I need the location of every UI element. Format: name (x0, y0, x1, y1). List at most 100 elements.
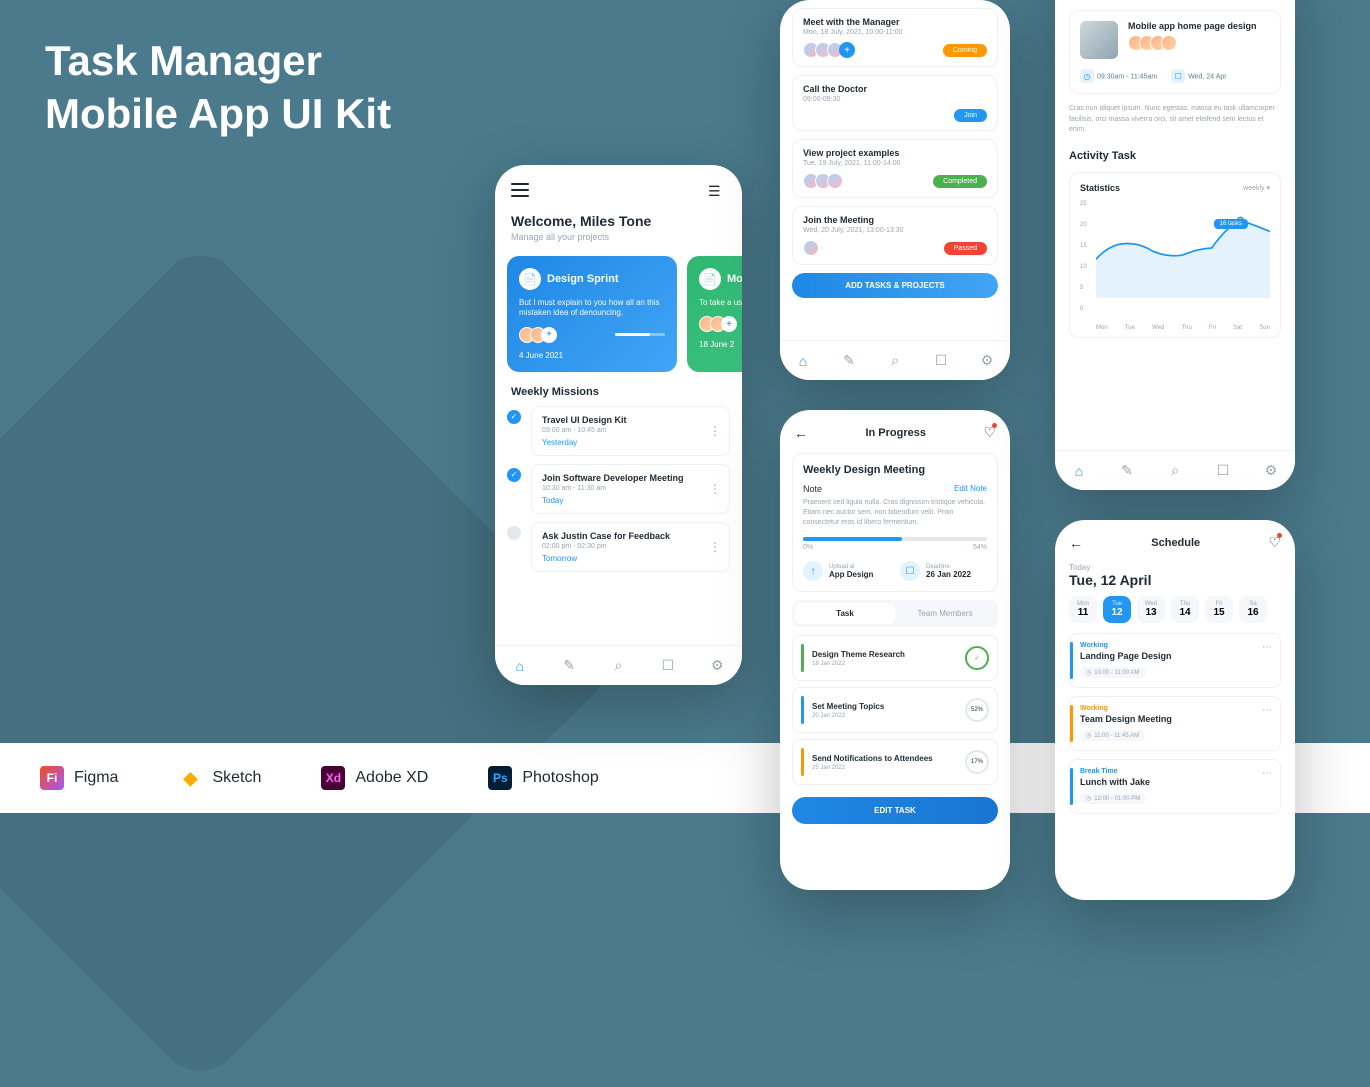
nav-calendar-icon[interactable]: ☐ (931, 351, 951, 371)
project-card[interactable]: 📄Mo To take a us ever u + 18 June 2 (687, 256, 742, 372)
back-icon[interactable]: ← (1069, 535, 1083, 551)
accent-bar (801, 644, 804, 672)
note-text: Praesent sed ligula nulla. Cras dignissi… (803, 498, 987, 527)
progress-ring: 52% (965, 698, 989, 722)
schedule-item[interactable]: WorkingTeam Design Meeting◷ 11:00 - 11:4… (1069, 696, 1281, 751)
nav-settings-icon[interactable]: ⚙ (1261, 461, 1281, 481)
schedule-item[interactable]: WorkingLanding Page Design◷ 10:00 - 11:0… (1069, 633, 1281, 688)
subtask-item[interactable]: Set Meeting Topics20 Jan 202252% (792, 687, 998, 733)
task-item[interactable]: Join the MeetingWed, 20 July, 2021, 13:0… (792, 206, 998, 265)
tabs: Task Team Members (792, 600, 998, 627)
notification-icon[interactable]: ♡ (983, 424, 996, 441)
phone-home: ☰ Welcome, Miles Tone Manage all your pr… (495, 165, 742, 685)
day-chip[interactable]: Mon11 (1069, 596, 1097, 623)
more-icon[interactable]: ⋮ (709, 424, 721, 438)
task-item[interactable]: Meet with the ManagerMon, 18 July, 2021,… (792, 8, 998, 67)
welcome-sub: Manage all your projects (511, 232, 726, 242)
project-thumbnail (1080, 21, 1118, 59)
mission-item[interactable]: Ask Justin Case for Feedback02:00 pm - 0… (507, 522, 730, 572)
nav-home-icon[interactable]: ⌂ (510, 656, 530, 676)
project-cards[interactable]: 📄Design Sprint But I must explain to you… (495, 256, 742, 372)
phone-inprogress: ← In Progress ♡ Weekly Design Meeting No… (780, 410, 1010, 890)
tab-task[interactable]: Task (795, 603, 895, 624)
filter-icon[interactable]: ☰ (708, 183, 726, 197)
task-item[interactable]: View project examplesTue, 19 July, 2021,… (792, 139, 998, 198)
phone-project: ← Project ♡ Mobile app home page design … (1055, 0, 1295, 490)
statistics-title: Statistics (1080, 183, 1120, 193)
add-member-icon[interactable]: + (541, 327, 557, 343)
nav-calendar-icon[interactable]: ☐ (658, 656, 678, 676)
activity-title: Activity Task (1055, 136, 1295, 168)
tool-sketch: ◆Sketch (178, 766, 261, 790)
notification-icon[interactable]: ♡ (1268, 534, 1281, 551)
weekly-missions-title: Weekly Missions (495, 372, 742, 406)
today-label: Today (1069, 563, 1281, 572)
tool-ps: PsPhotoshop (488, 766, 599, 790)
nav-search-icon[interactable]: ⌕ (1165, 461, 1185, 481)
day-chip[interactable]: Thu14 (1171, 596, 1199, 623)
subtask-item[interactable]: Design Theme Research18 Jan 2022✓ (792, 635, 998, 681)
back-icon[interactable]: ← (794, 425, 808, 441)
more-icon[interactable]: ⋯ (1262, 705, 1272, 716)
edit-note-link[interactable]: Edit Note (954, 484, 987, 494)
menu-icon[interactable] (511, 183, 529, 197)
more-icon[interactable]: ⋯ (1262, 642, 1272, 653)
nav-search-icon[interactable]: ⌕ (885, 351, 905, 371)
status-dot-icon: ✓ (507, 468, 521, 482)
phone-schedule: ← Schedule ♡ Today Tue, 12 April Mon11Tu… (1055, 520, 1295, 900)
nav-home-icon[interactable]: ⌂ (793, 351, 813, 371)
bottom-nav: ⌂ ✎ ⌕ ☐ ⚙ (1055, 450, 1295, 490)
task-item[interactable]: Call the Doctor09:00-09:30Join (792, 75, 998, 131)
screen-title: In Progress (865, 427, 926, 439)
time-range: ◷09:30am - 11:45am (1080, 69, 1157, 83)
ps-icon: Ps (488, 766, 512, 790)
accent-bar (801, 696, 804, 724)
mission-item[interactable]: ✓Join Software Developer Meeting10:30 am… (507, 464, 730, 514)
nav-edit-icon[interactable]: ✎ (559, 656, 579, 676)
nav-search-icon[interactable]: ⌕ (608, 656, 628, 676)
bottom-nav: ⌂ ✎ ⌕ ☐ ⚙ (495, 645, 742, 685)
subtask-item[interactable]: Send Notifications to Attendees25 Jan 20… (792, 739, 998, 785)
project-card[interactable]: 📄Design Sprint But I must explain to you… (507, 256, 677, 372)
statistics-chart: 2520151050 16 tasks MonTueWedThuFriSatSu… (1080, 201, 1270, 331)
meeting-name: Weekly Design Meeting (803, 464, 987, 476)
avatars: + (803, 42, 855, 58)
tab-members[interactable]: Team Members (895, 603, 995, 624)
day-chip[interactable]: Sa16 (1239, 596, 1267, 623)
avatars: + (699, 316, 742, 332)
nav-edit-icon[interactable]: ✎ (839, 351, 859, 371)
schedule-item[interactable]: Break TimeLunch with Jake◷ 12:00 - 01:00… (1069, 759, 1281, 814)
nav-home-icon[interactable]: ⌂ (1069, 461, 1089, 481)
day-chip[interactable]: Wed13 (1137, 596, 1165, 623)
avatars (1128, 35, 1270, 51)
status-badge[interactable]: Coming (943, 44, 987, 57)
day-chip[interactable]: Tue12 (1103, 596, 1131, 623)
calendar-icon: ☐ (1171, 69, 1185, 83)
add-tasks-button[interactable]: ADD TASKS & PROJECTS (792, 273, 998, 298)
mission-item[interactable]: ✓Travel UI Design Kit09:00 am - 10:45 am… (507, 406, 730, 456)
avatars (803, 173, 843, 189)
nav-calendar-icon[interactable]: ☐ (1213, 461, 1233, 481)
nav-settings-icon[interactable]: ⚙ (977, 351, 997, 371)
status-badge[interactable]: Completed (933, 175, 987, 188)
hero-line1: Task Manager (45, 37, 322, 84)
nav-edit-icon[interactable]: ✎ (1117, 461, 1137, 481)
more-icon[interactable]: ⋮ (709, 540, 721, 554)
status-dot-icon (507, 526, 521, 540)
add-member-icon[interactable]: + (839, 42, 855, 58)
avatars (803, 240, 819, 256)
edit-task-button[interactable]: EDIT TASK (792, 797, 998, 824)
status-badge[interactable]: Passed (944, 242, 987, 255)
period-select[interactable]: weekly ▾ (1243, 184, 1270, 192)
nav-settings-icon[interactable]: ⚙ (707, 656, 727, 676)
figma-icon: Fi (40, 766, 64, 790)
status-dot-icon: ✓ (507, 410, 521, 424)
day-chip[interactable]: Fri15 (1205, 596, 1233, 623)
more-icon[interactable]: ⋯ (1262, 768, 1272, 779)
more-icon[interactable]: ⋮ (709, 482, 721, 496)
status-badge[interactable]: Join (954, 109, 987, 122)
missions-timeline: ✓Travel UI Design Kit09:00 am - 10:45 am… (495, 406, 742, 572)
date-value: Tue, 12 April (1069, 572, 1281, 588)
accent-bar (801, 748, 804, 776)
note-label: Note (803, 484, 822, 494)
